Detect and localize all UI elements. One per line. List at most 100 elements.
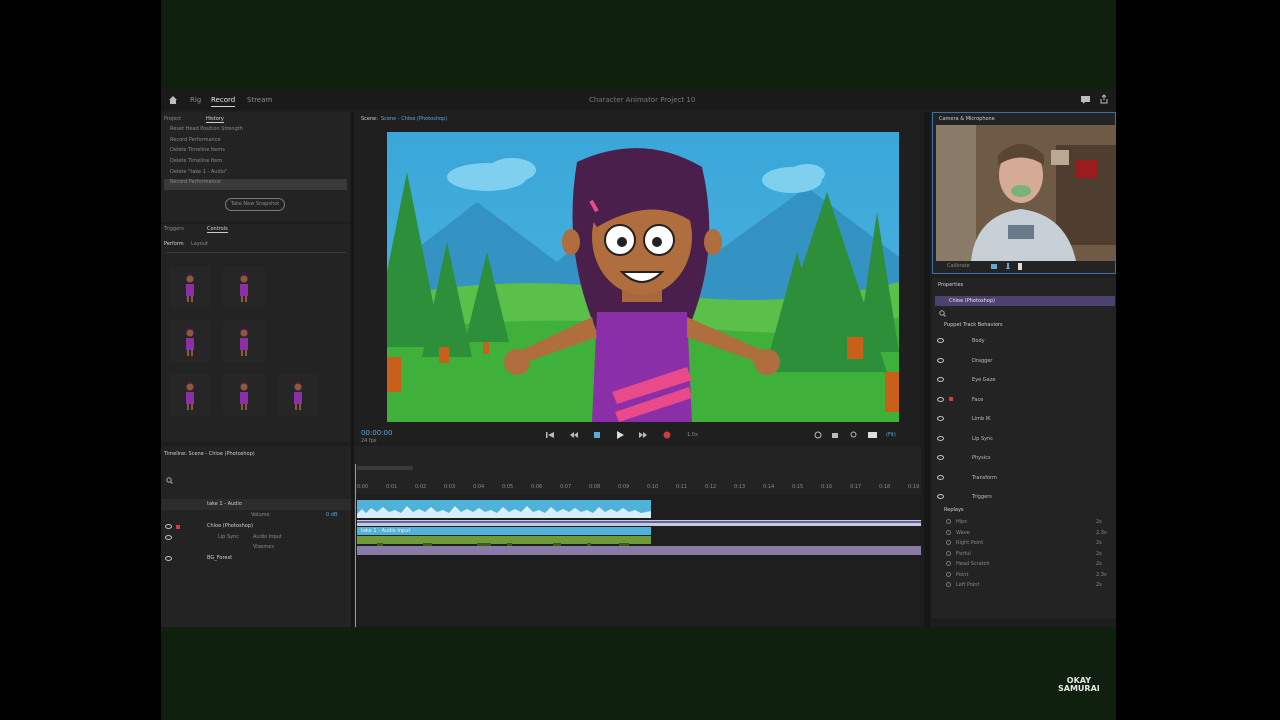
track-param-value[interactable]: 0 dB bbox=[326, 512, 337, 518]
share-icon[interactable] bbox=[1099, 94, 1109, 104]
behavior-row[interactable]: Face bbox=[935, 393, 1116, 412]
replay-item[interactable]: Point 2.3s bbox=[946, 570, 1112, 580]
properties-title: Properties bbox=[938, 282, 964, 288]
tab-controls[interactable]: Controls bbox=[207, 226, 228, 233]
puppet-header[interactable]: Chloe (Photoshop) bbox=[935, 296, 1115, 306]
eye-icon[interactable] bbox=[937, 338, 944, 343]
timeline-search-icon[interactable] bbox=[166, 477, 173, 484]
play-icon[interactable] bbox=[616, 431, 624, 439]
take-snapshot-button[interactable]: Take New Snapshot bbox=[225, 198, 285, 211]
history-item-selected[interactable]: Record Performance bbox=[164, 179, 347, 191]
behavior-row[interactable]: Transform bbox=[935, 471, 1116, 490]
channel-watermark: OKAY SAMURAI bbox=[1058, 677, 1100, 693]
eye-icon[interactable] bbox=[937, 396, 944, 402]
history-item[interactable]: Delete Timeline Item bbox=[164, 158, 347, 169]
scene-stage[interactable] bbox=[387, 132, 899, 422]
workspace-tab-record[interactable]: Record bbox=[211, 96, 236, 107]
audio-clip[interactable] bbox=[357, 500, 651, 518]
behavior-row[interactable]: Eye Gaze bbox=[935, 373, 1116, 392]
workspace-tab-rig[interactable]: Rig bbox=[190, 96, 201, 104]
panel-splitter[interactable] bbox=[924, 112, 930, 627]
eye-icon[interactable] bbox=[937, 435, 944, 441]
bg-forest-track-bar[interactable] bbox=[357, 546, 921, 555]
behavior-row[interactable]: Body bbox=[935, 334, 1116, 353]
chat-icon[interactable] bbox=[1080, 95, 1091, 104]
trigger-thumbnail[interactable] bbox=[169, 374, 211, 416]
behavior-row[interactable]: Limb IK bbox=[935, 412, 1116, 431]
record-arm-icon[interactable] bbox=[176, 525, 180, 529]
loop-icon[interactable] bbox=[814, 431, 822, 439]
ruler-label: 0:01 bbox=[386, 484, 398, 490]
replay-item[interactable]: Left Point 2s bbox=[946, 580, 1112, 590]
eye-icon[interactable] bbox=[937, 416, 944, 421]
eye-icon[interactable] bbox=[937, 455, 944, 460]
tab-history[interactable]: History bbox=[206, 116, 224, 123]
go-to-start-icon[interactable] bbox=[546, 431, 554, 439]
step-forward-icon[interactable] bbox=[639, 431, 647, 439]
eye-icon[interactable] bbox=[937, 377, 944, 382]
playhead[interactable] bbox=[355, 464, 356, 627]
replay-dot-icon bbox=[946, 550, 951, 556]
magnify-icon[interactable] bbox=[850, 431, 858, 439]
armed-record-icon[interactable] bbox=[949, 396, 953, 401]
eye-icon[interactable] bbox=[937, 494, 944, 499]
replay-item[interactable]: Hips 2s bbox=[946, 517, 1112, 527]
history-item[interactable]: Delete Timeline Items bbox=[164, 147, 347, 158]
track-header-puppet[interactable]: Chloe (Photoshop) bbox=[161, 521, 356, 532]
eye-icon[interactable] bbox=[937, 474, 944, 480]
stop-icon[interactable] bbox=[593, 431, 601, 439]
behavior-row[interactable]: Physics bbox=[935, 451, 1116, 470]
lip-sync-clip[interactable]: take 1 - Audio Input bbox=[357, 527, 651, 535]
eye-icon[interactable] bbox=[165, 524, 172, 529]
timeline-ruler[interactable]: 0:00 0:01 0:02 0:03 0:04 0:05 0:06 0:07 0:08 0:09… bbox=[355, 466, 921, 494]
trigger-thumbnail[interactable] bbox=[223, 320, 265, 362]
trigger-thumbnail[interactable] bbox=[223, 266, 265, 308]
history-item[interactable]: Reset Head Position Strength bbox=[164, 126, 347, 137]
subtab-layout[interactable]: Layout bbox=[191, 241, 208, 247]
transport-controls: 1.0x bbox=[546, 430, 706, 440]
record-icon[interactable] bbox=[663, 431, 671, 439]
trigger-thumbnail[interactable] bbox=[277, 374, 319, 416]
track-header-bg[interactable]: BG_Forest bbox=[161, 553, 356, 564]
history-item[interactable]: Delete "take 1 - Audio" bbox=[164, 169, 347, 180]
replay-dot-icon bbox=[946, 561, 951, 566]
mic-level-icon[interactable] bbox=[1017, 263, 1023, 270]
behavior-row[interactable]: Lip Sync bbox=[935, 432, 1116, 451]
subtab-perform[interactable]: Perform bbox=[164, 241, 184, 247]
top-bar: Rig Record Stream Character Animator Pro… bbox=[161, 90, 1116, 110]
replay-item[interactable]: Wave 2.3s bbox=[946, 528, 1112, 538]
tab-project[interactable]: Project bbox=[164, 116, 181, 122]
replay-item[interactable]: Head Scratch 2s bbox=[946, 559, 1112, 569]
camera-icon[interactable] bbox=[832, 431, 840, 439]
replay-item[interactable]: Fistful 2s bbox=[946, 549, 1112, 559]
search-icon[interactable] bbox=[939, 310, 946, 317]
track-name: Chloe (Photoshop) bbox=[207, 523, 253, 529]
microphone-icon[interactable] bbox=[1005, 263, 1011, 270]
work-area-bar[interactable] bbox=[357, 466, 413, 470]
replay-name: Fistful bbox=[956, 550, 971, 557]
history-item[interactable]: Record Performance bbox=[164, 137, 347, 148]
panel-splitter[interactable] bbox=[351, 112, 354, 627]
track-header-audio[interactable]: take 1 - Audio bbox=[161, 499, 356, 510]
trigger-thumbnail[interactable] bbox=[223, 374, 265, 416]
replay-name: Head Scratch bbox=[956, 561, 990, 567]
eye-icon[interactable] bbox=[165, 535, 172, 540]
behavior-row[interactable]: Dragger bbox=[935, 354, 1116, 373]
playback-speed[interactable]: 1.0x bbox=[687, 432, 698, 438]
step-back-icon[interactable] bbox=[570, 431, 578, 439]
replay-item[interactable]: Right Point 2s bbox=[946, 538, 1112, 548]
eye-icon[interactable] bbox=[165, 556, 172, 561]
trigger-thumbnail[interactable] bbox=[169, 266, 211, 308]
eye-icon[interactable] bbox=[937, 357, 944, 363]
tab-triggers[interactable]: Triggers bbox=[164, 226, 184, 232]
zoom-level[interactable]: (Fit) bbox=[886, 432, 896, 438]
home-icon[interactable] bbox=[168, 95, 178, 104]
visemes-clip[interactable] bbox=[357, 536, 651, 551]
workspace-tab-stream[interactable]: Stream bbox=[247, 96, 272, 104]
trigger-thumbnail[interactable] bbox=[169, 320, 211, 362]
scene-name-link[interactable]: Scene - Chloe (Photoshop) bbox=[381, 116, 447, 122]
calibrate-label[interactable]: Calibrate bbox=[947, 263, 970, 269]
camera-toggle-icon[interactable] bbox=[991, 263, 997, 270]
monitor-icon[interactable] bbox=[868, 431, 877, 439]
timecode[interactable]: 00:00:00 bbox=[361, 430, 392, 437]
